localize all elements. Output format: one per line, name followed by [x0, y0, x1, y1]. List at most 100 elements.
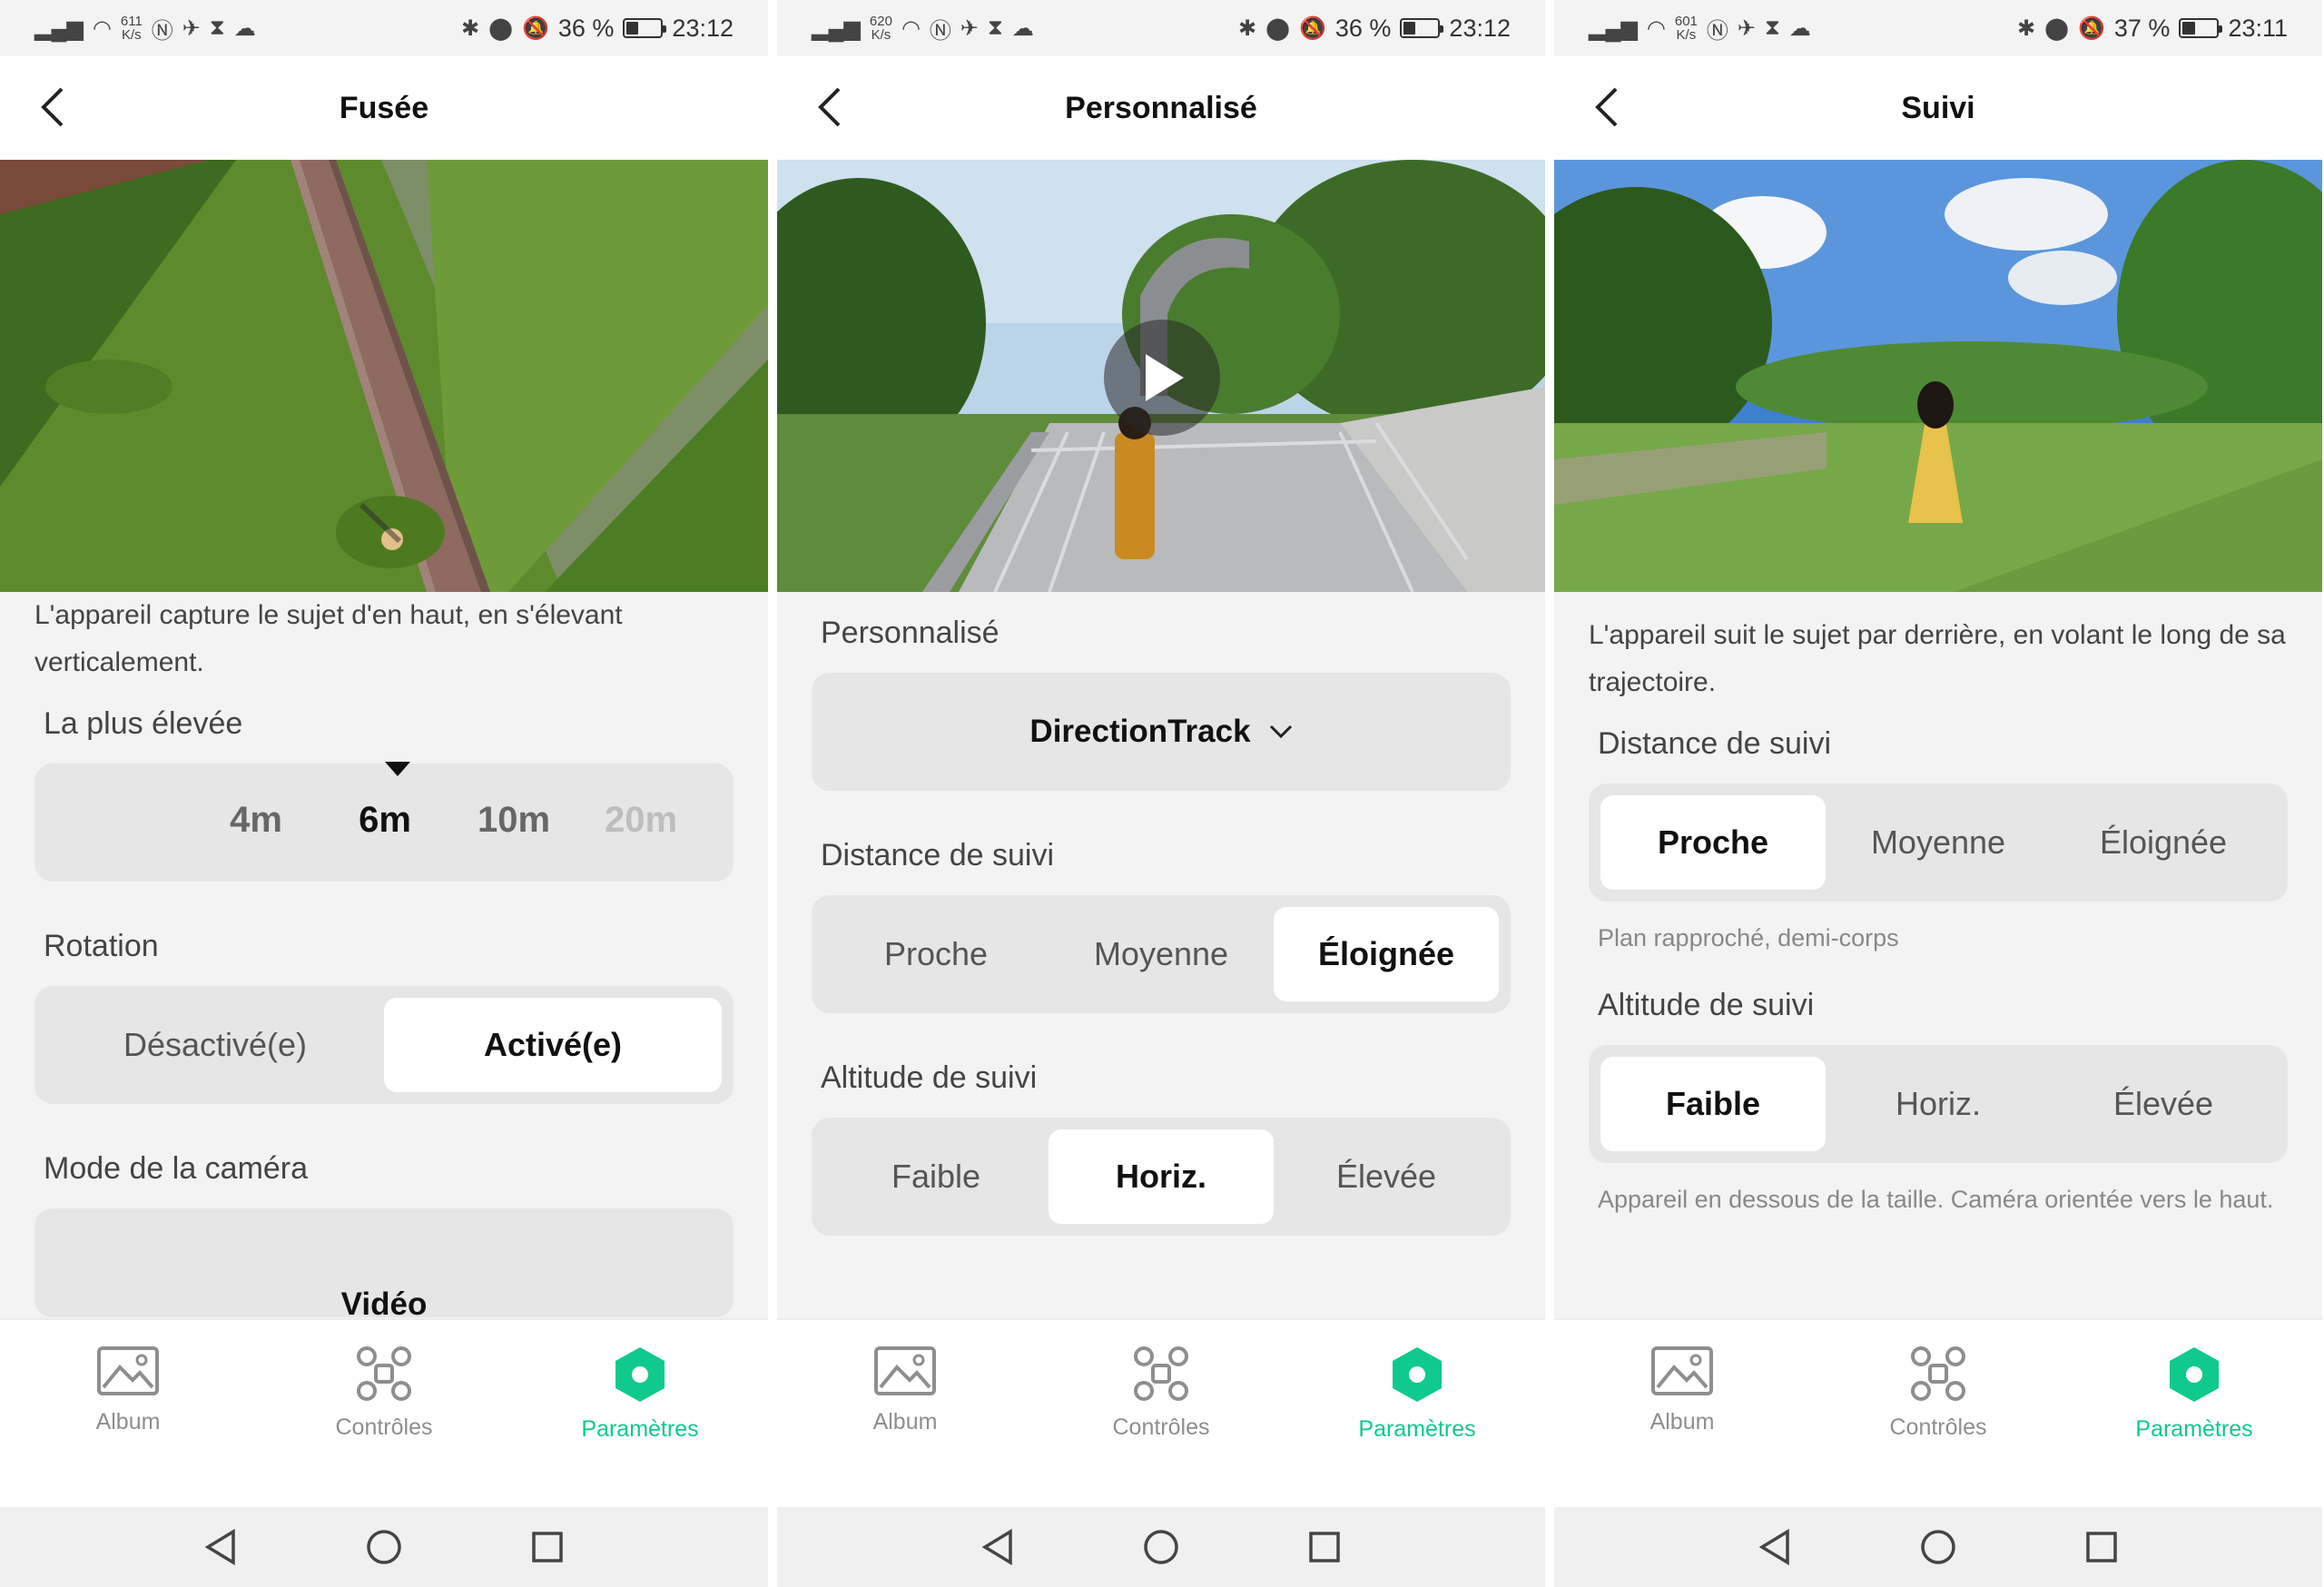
custom-mode-dropdown[interactable]: DirectionTrack	[812, 673, 1511, 791]
page-title: Fusée	[339, 90, 429, 125]
tab-controls-label: Contrôles	[335, 1414, 433, 1440]
location-icon: ⬤	[1265, 15, 1290, 41]
nav-back-button[interactable]	[970, 1520, 1025, 1574]
play-button[interactable]	[1104, 320, 1220, 436]
altitude-high-option[interactable]: Élevée	[1274, 1129, 1499, 1224]
tab-controls[interactable]: Contrôles	[256, 1320, 512, 1507]
camera-mode-select[interactable]: Vidéo	[34, 1208, 734, 1318]
chevron-left-icon	[1595, 87, 1618, 127]
nav-home-button[interactable]	[357, 1520, 411, 1574]
mute-icon: 🔕	[521, 15, 549, 41]
custom-mode-label: Personnalisé	[821, 616, 1000, 650]
tab-album[interactable]: Album	[1554, 1320, 1810, 1507]
mode-description: L'appareil suit le sujet par derrière, e…	[1589, 620, 2286, 697]
tab-settings[interactable]: Paramètres	[1289, 1320, 1545, 1507]
distance-medium-option[interactable]: Moyenne	[1049, 907, 1274, 1001]
chevron-left-icon	[41, 87, 64, 127]
drone-icon	[357, 1346, 411, 1401]
phone-screen-personnalise: ▂▄▆ 620 K/s ◠ Ⓝ ✈ ⧗ ☁ ✱ ⬤ 🔕 36 % 23:12 Pe…	[777, 0, 1545, 1587]
distance-hint: Plan rapproché, demi-corps	[1598, 924, 1899, 951]
chevron-left-icon	[818, 87, 841, 127]
top-app-bar: Suivi	[1554, 56, 2322, 160]
bluetooth-icon: ✱	[461, 15, 480, 41]
dji-icon: ✈	[960, 15, 980, 41]
altitude-segmented: Faible Horiz. Élevée	[812, 1118, 1511, 1236]
drone-icon	[1134, 1346, 1188, 1401]
rotation-off-option[interactable]: Désactivé(e)	[46, 998, 384, 1092]
nav-recent-button[interactable]	[1297, 1520, 1352, 1574]
wifi-icon: ◠	[92, 15, 112, 41]
distance-label: Distance de suivi	[1598, 726, 1832, 761]
system-nav-bar	[1554, 1507, 2322, 1587]
altitude-level-option[interactable]: Horiz.	[1049, 1129, 1274, 1224]
album-icon	[1651, 1346, 1713, 1395]
tab-settings[interactable]: Paramètres	[512, 1320, 768, 1507]
distance-far-option[interactable]: Éloignée	[2051, 795, 2276, 890]
settings-hex-icon	[1393, 1347, 1442, 1402]
altitude-low-option[interactable]: Faible	[1600, 1057, 1826, 1151]
mute-icon: 🔕	[2078, 15, 2105, 41]
nav-recent-button[interactable]	[520, 1520, 575, 1574]
clock: 23:12	[1449, 14, 1511, 42]
circle-home-icon	[1921, 1530, 1955, 1564]
page-title: Personnalisé	[1065, 90, 1257, 125]
distance-medium-option[interactable]: Moyenne	[1826, 795, 2051, 890]
altitude-level-option[interactable]: Horiz.	[1826, 1057, 2051, 1151]
hourglass-icon: ⧗	[988, 15, 1003, 40]
bluetooth-icon: ✱	[1238, 15, 1257, 41]
distance-close-option[interactable]: Proche	[823, 907, 1049, 1001]
tab-controls-label: Contrôles	[1112, 1414, 1210, 1440]
dji-icon: ✈	[182, 15, 201, 41]
rotation-on-option[interactable]: Activé(e)	[384, 998, 722, 1092]
clock: 23:11	[2228, 14, 2288, 42]
back-button[interactable]	[1581, 82, 1632, 133]
back-button[interactable]	[804, 82, 855, 133]
system-nav-bar	[777, 1507, 1545, 1587]
camera-mode-label: Mode de la caméra	[44, 1151, 309, 1186]
cloud-icon: ☁	[1788, 15, 1811, 41]
play-icon	[1146, 354, 1184, 401]
battery-icon	[1400, 18, 1444, 38]
altitude-high-option[interactable]: Élevée	[2051, 1057, 2276, 1151]
cloud-icon: ☁	[233, 15, 256, 41]
rotation-segmented: Désactivé(e) Activé(e)	[34, 986, 734, 1104]
phone-screen-suivi: ▂▄▆ ◠ 601 K/s Ⓝ ✈ ⧗ ☁ ✱ ⬤ 🔕 37 % 23:11 Su…	[1554, 0, 2322, 1587]
tab-controls[interactable]: Contrôles	[1810, 1320, 2066, 1507]
tab-album[interactable]: Album	[777, 1320, 1033, 1507]
height-option[interactable]: 4m	[230, 800, 282, 841]
mode-description: L'appareil capture le sujet d'en haut, e…	[34, 600, 623, 677]
nav-home-button[interactable]	[1134, 1520, 1188, 1574]
phone-screen-fusee: ▂▄▆ ◠ 611 K/s Ⓝ ✈ ⧗ ☁ ✱ ⬤ 🔕 36 % 23:12 Fu…	[0, 0, 768, 1587]
circle-home-icon	[367, 1530, 401, 1564]
altitude-hint: Appareil en dessous de la taille. Caméra…	[1598, 1186, 2274, 1213]
top-app-bar: Fusée	[0, 56, 768, 160]
altitude-low-option[interactable]: Faible	[823, 1129, 1049, 1224]
nav-home-button[interactable]	[1911, 1520, 1965, 1574]
drone-icon	[1911, 1346, 1965, 1401]
status-bar: ▂▄▆ ◠ 611 K/s Ⓝ ✈ ⧗ ☁ ✱ ⬤ 🔕 36 % 23:12	[0, 0, 768, 56]
nav-back-button[interactable]	[1748, 1520, 1802, 1574]
height-option[interactable]: 20m	[605, 800, 677, 841]
album-icon	[97, 1346, 159, 1395]
circle-home-icon	[1144, 1530, 1178, 1564]
cloud-icon: ☁	[1011, 15, 1034, 41]
network-speed: 611 K/s	[120, 14, 143, 43]
distance-far-option[interactable]: Éloignée	[1274, 907, 1499, 1001]
tab-album[interactable]: Album	[0, 1320, 256, 1507]
tab-controls[interactable]: Contrôles	[1033, 1320, 1289, 1507]
nav-recent-button[interactable]	[2074, 1520, 2129, 1574]
back-button[interactable]	[27, 82, 78, 133]
tab-settings[interactable]: Paramètres	[2066, 1320, 2322, 1507]
tab-controls-label: Contrôles	[1889, 1414, 1987, 1440]
height-option[interactable]: 10m	[478, 800, 550, 841]
distance-close-option[interactable]: Proche	[1600, 795, 1826, 890]
settings-hex-icon	[615, 1347, 665, 1402]
signal-icon: ▂▄▆	[812, 15, 861, 41]
height-picker[interactable]: 4m 6m 10m 20m	[34, 762, 734, 882]
preview-image-aerial-bridge	[0, 160, 768, 592]
network-speed: 601 K/s	[1674, 14, 1698, 43]
square-recent-icon	[2086, 1532, 2117, 1562]
nav-back-button[interactable]	[193, 1520, 248, 1574]
height-option-selected[interactable]: 6m	[359, 800, 411, 841]
settings-panel: Personnalisé DirectionTrack Distance de …	[777, 592, 1545, 1318]
